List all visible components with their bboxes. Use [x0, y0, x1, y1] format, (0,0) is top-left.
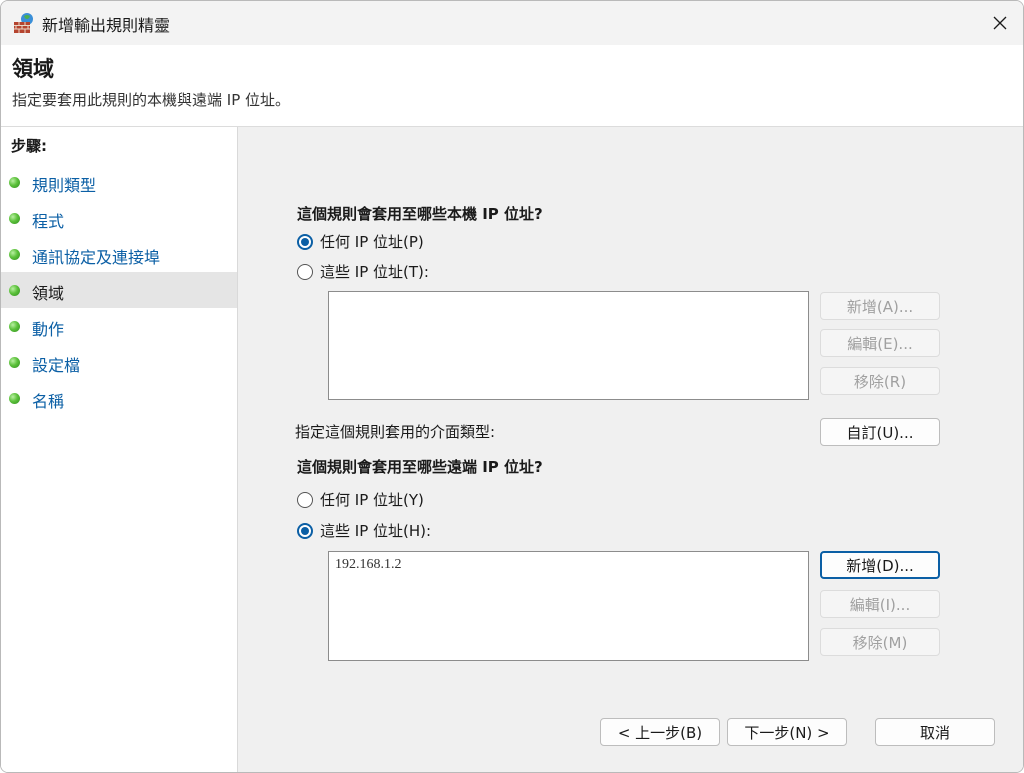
sidebar-item-name[interactable]: 名稱 [1, 380, 237, 416]
page-title: 領域 [12, 57, 54, 81]
radio-unchecked[interactable] [297, 491, 313, 508]
green-dot-icon [9, 249, 20, 260]
local-ip-question: 這個規則會套用至哪些本機 IP 位址? [297, 205, 543, 223]
green-dot-icon [9, 177, 20, 188]
sidebar-item-protocol-ports[interactable]: 通訊協定及連接埠 [1, 236, 237, 272]
remote-these-ip-label: 這些 IP 位址(H): [320, 522, 432, 540]
sidebar-item-label: 動作 [32, 320, 65, 339]
sidebar-item-label: 設定檔 [32, 356, 81, 375]
steps-sidebar: 步驟: 規則類型 程式 通訊協定及連接埠 領域 動作 設定檔 名稱 [1, 127, 238, 772]
remote-edit-button[interactable]: 編輯(I)... [820, 590, 940, 618]
customize-button[interactable]: 自訂(U)... [820, 418, 940, 446]
remote-remove-button[interactable]: 移除(M) [820, 628, 940, 656]
sidebar-item-scope[interactable]: 領域 [1, 272, 237, 308]
sidebar-item-action[interactable]: 動作 [1, 308, 237, 344]
local-edit-button[interactable]: 編輯(E)... [820, 329, 940, 357]
title-bar: 新增輸出規則精靈 [1, 1, 1023, 45]
cancel-button[interactable]: 取消 [875, 718, 995, 746]
scope-panel: 這個規則會套用至哪些本機 IP 位址? 任何 IP 位址(P) 這些 IP 位址… [244, 127, 1023, 772]
sidebar-item-rule-type[interactable]: 規則類型 [1, 164, 237, 200]
local-ip-list[interactable] [328, 291, 809, 400]
close-icon [993, 16, 1007, 30]
local-any-ip-radio[interactable]: 任何 IP 位址(P) [297, 231, 424, 252]
remote-these-ip-radio[interactable]: 這些 IP 位址(H): [297, 520, 431, 541]
sidebar-item-label: 名稱 [32, 392, 65, 411]
local-these-ip-radio[interactable]: 這些 IP 位址(T): [297, 261, 429, 282]
sidebar-item-label: 程式 [32, 212, 65, 231]
page-subtitle: 指定要套用此規則的本機與遠端 IP 位址。 [12, 91, 291, 109]
wizard-header: 領域 指定要套用此規則的本機與遠端 IP 位址。 [1, 45, 1023, 127]
steps-heading: 步驟: [11, 137, 47, 155]
wizard-content: 步驟: 規則類型 程式 通訊協定及連接埠 領域 動作 設定檔 名稱 這個規則會套… [1, 127, 1023, 772]
close-button[interactable] [977, 1, 1023, 45]
remote-ip-list[interactable]: 192.168.1.2 [328, 551, 809, 661]
remote-any-ip-radio[interactable]: 任何 IP 位址(Y) [297, 489, 424, 510]
sidebar-item-label: 領域 [32, 284, 65, 303]
window-title: 新增輸出規則精靈 [42, 16, 171, 35]
next-button[interactable]: 下一步(N) > [727, 718, 847, 746]
sidebar-item-program[interactable]: 程式 [1, 200, 237, 236]
sidebar-item-label: 通訊協定及連接埠 [32, 248, 161, 267]
remote-add-button[interactable]: 新增(D)... [820, 551, 940, 579]
green-dot-icon [9, 321, 20, 332]
back-button[interactable]: < 上一步(B) [600, 718, 720, 746]
green-dot-icon [9, 357, 20, 368]
green-dot-icon [9, 285, 20, 296]
radio-unchecked[interactable] [297, 263, 313, 280]
local-add-button[interactable]: 新增(A)... [820, 292, 940, 320]
remote-any-ip-label: 任何 IP 位址(Y) [320, 491, 424, 509]
remote-ip-entry[interactable]: 192.168.1.2 [335, 557, 402, 573]
local-these-ip-label: 這些 IP 位址(T): [320, 263, 429, 281]
radio-checked[interactable] [297, 522, 313, 539]
local-any-ip-label: 任何 IP 位址(P) [320, 233, 424, 251]
radio-checked[interactable] [297, 233, 313, 250]
green-dot-icon [9, 393, 20, 404]
wizard-window: 新增輸出規則精靈 領域 指定要套用此規則的本機與遠端 IP 位址。 步驟: 規則… [0, 0, 1024, 773]
green-dot-icon [9, 213, 20, 224]
local-remove-button[interactable]: 移除(R) [820, 367, 940, 395]
firewall-wall-icon [14, 13, 33, 33]
sidebar-item-label: 規則類型 [32, 176, 97, 195]
sidebar-item-profile[interactable]: 設定檔 [1, 344, 237, 380]
interface-type-label: 指定這個規則套用的介面類型: [295, 423, 496, 441]
remote-ip-question: 這個規則會套用至哪些遠端 IP 位址? [297, 458, 543, 476]
